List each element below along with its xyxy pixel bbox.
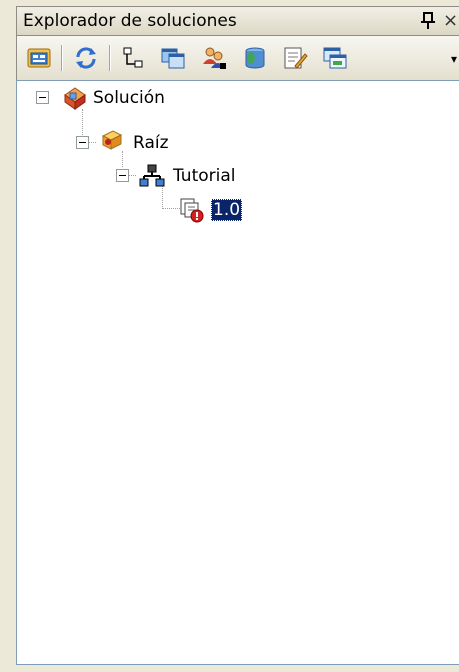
panel-title: Explorador de soluciones xyxy=(23,11,237,31)
pin-icon[interactable] xyxy=(418,10,438,32)
database-icon[interactable] xyxy=(241,44,269,72)
properties-icon[interactable] xyxy=(25,44,53,72)
tree-node-tutorial[interactable]: Tutorial xyxy=(17,163,459,189)
toolbar-separator xyxy=(61,45,63,71)
solution-explorer-panel: Explorador de soluciones × ▾ Solución Ra… xyxy=(0,0,459,672)
toolbar-separator xyxy=(109,45,111,71)
tree-node-label: 1.0 xyxy=(211,199,243,221)
copy-window-icon[interactable] xyxy=(159,44,187,72)
windows-icon[interactable] xyxy=(321,44,349,72)
tree-node-raiz[interactable]: Raíz xyxy=(17,130,459,156)
collapse-icon[interactable] xyxy=(116,169,129,182)
solution-tree: Solución Raíz Tutorial 1.0 xyxy=(16,80,459,665)
hierarchy-icon xyxy=(139,163,165,189)
version-error-icon xyxy=(179,197,205,223)
toolbar-overflow-icon[interactable]: ▾ xyxy=(451,48,459,70)
users-icon[interactable] xyxy=(200,44,228,72)
collapse-icon[interactable] xyxy=(76,136,89,149)
panel-titlebar: Explorador de soluciones × xyxy=(16,6,459,36)
collapse-icon[interactable] xyxy=(36,91,49,104)
tree-node-version[interactable]: 1.0 xyxy=(17,197,459,223)
tree-node-label: Tutorial xyxy=(173,166,236,186)
tree-node-solucion[interactable]: Solución xyxy=(17,85,459,111)
root-box-icon xyxy=(99,126,125,152)
tree-node-label: Raíz xyxy=(133,133,169,153)
tree-node-label: Solución xyxy=(93,88,165,108)
refresh-icon[interactable] xyxy=(72,44,100,72)
panel-toolbar: ▾ xyxy=(16,36,459,80)
close-icon[interactable]: × xyxy=(443,10,459,32)
hierarchy-view-icon[interactable] xyxy=(119,44,147,72)
edit-document-icon[interactable] xyxy=(281,44,309,72)
solution-icon xyxy=(62,85,88,111)
